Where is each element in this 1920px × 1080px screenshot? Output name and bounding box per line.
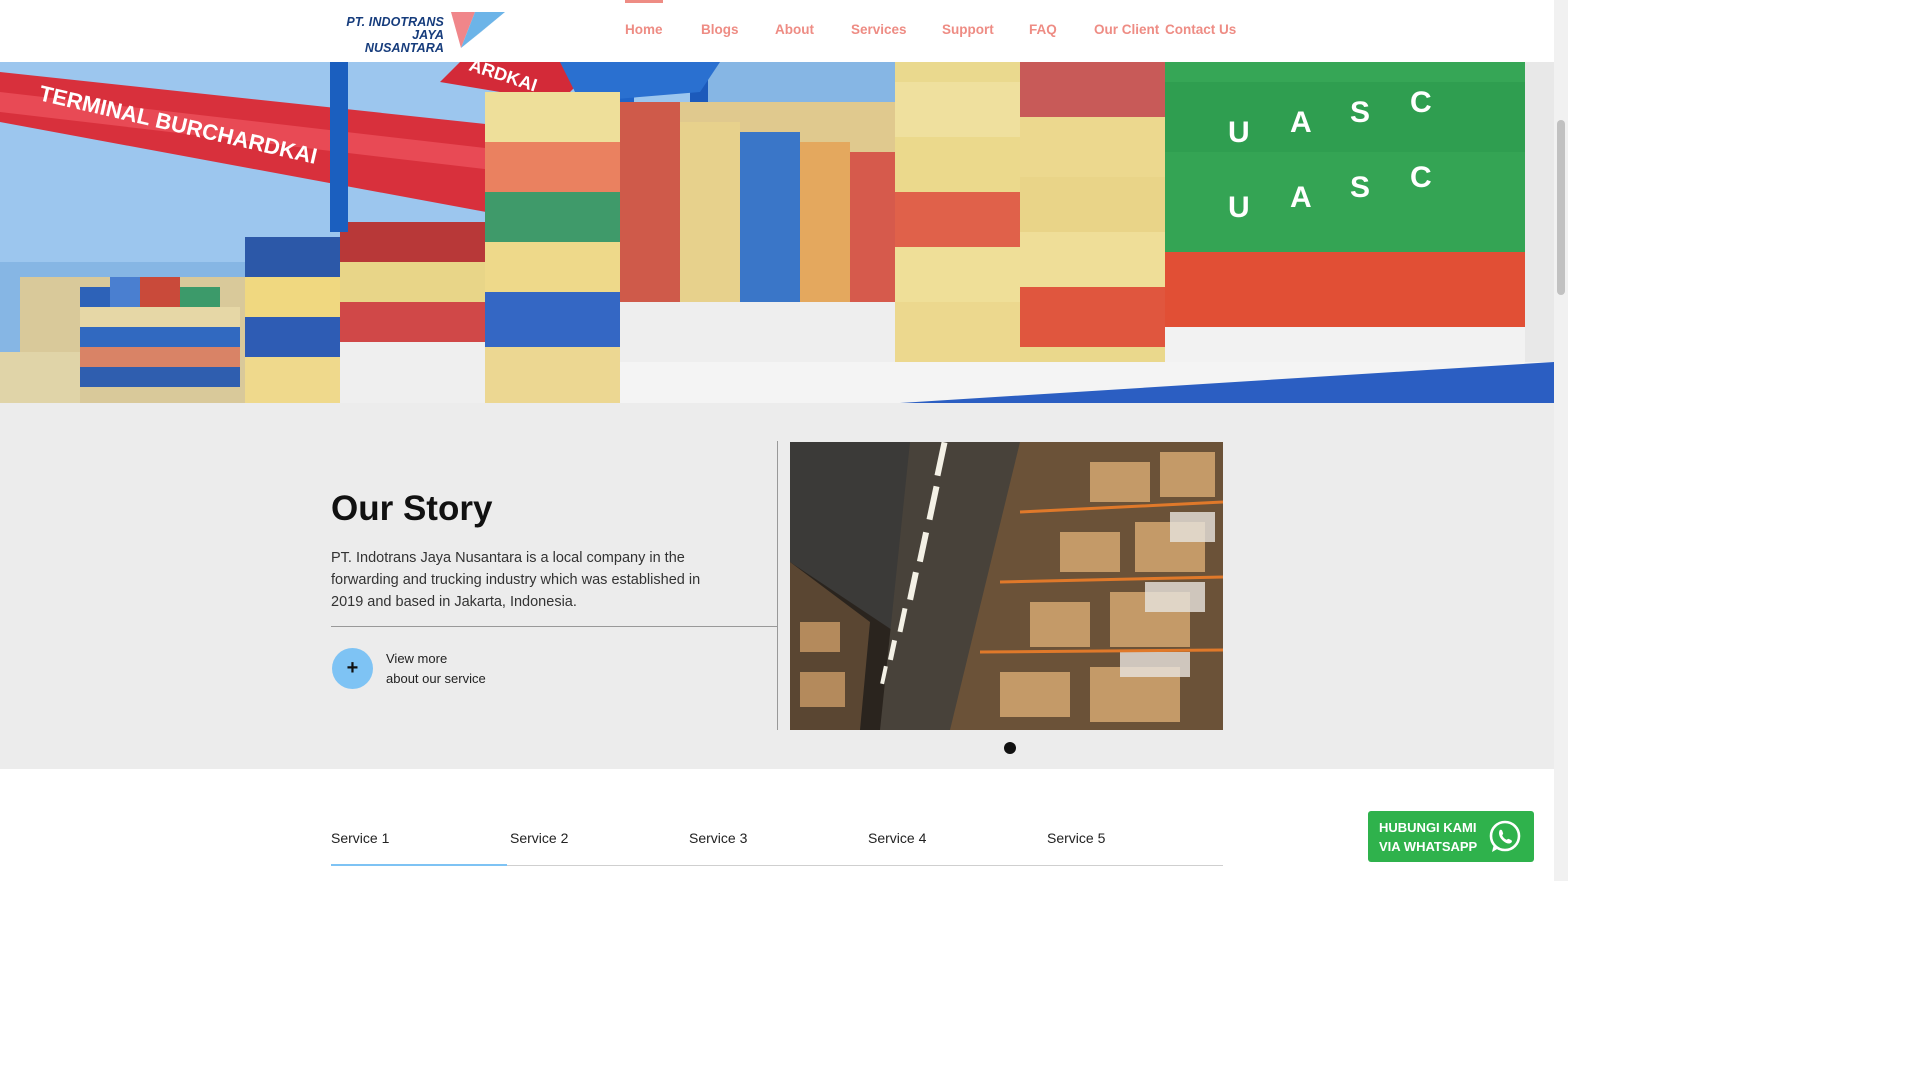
view-more-line-2: about our service (386, 671, 486, 686)
tab-service-5[interactable]: Service 5 (1047, 830, 1105, 846)
whatsapp-contact-button[interactable]: HUBUNGI KAMI VIA WHATSAPP (1368, 811, 1534, 862)
logo-line-2: NUSANTARA (364, 41, 444, 55)
company-logo[interactable]: PT. INDOTRANS JAYA NUSANTARA (324, 12, 508, 55)
nav-about[interactable]: About (775, 22, 814, 37)
logo-line-1: PT. INDOTRANS JAYA (346, 15, 444, 42)
view-more-link[interactable]: View more about our service (386, 649, 486, 689)
logo-mark-icon (451, 12, 505, 48)
nav-contact-us[interactable]: Contact Us (1165, 22, 1236, 37)
svg-text:U: U (1228, 191, 1250, 224)
active-tab-indicator (331, 864, 507, 866)
svg-text:A: A (1290, 181, 1312, 214)
warehouse-image (790, 442, 1223, 730)
nav-services[interactable]: Services (851, 22, 907, 37)
story-title: Our Story (331, 489, 493, 528)
plus-icon: + (346, 657, 359, 679)
tab-service-1[interactable]: Service 1 (331, 830, 389, 846)
view-more-button[interactable]: + (332, 648, 373, 689)
tab-service-4[interactable]: Service 4 (868, 830, 926, 846)
whatsapp-label-line-1: HUBUNGI KAMI (1379, 820, 1477, 835)
site-header: PT. INDOTRANS JAYA NUSANTARA Home Blogs … (0, 0, 1554, 62)
story-vertical-divider (777, 441, 778, 730)
hero-image: TERMINAL BURCHARDKAI ARDKAI UASC UASC (0, 62, 1554, 403)
story-divider (331, 626, 777, 627)
svg-text:S: S (1350, 96, 1370, 129)
services-tabs: Service 1 Service 2 Service 3 Service 4 … (331, 820, 1223, 866)
nav-blogs[interactable]: Blogs (701, 22, 739, 37)
logo-text: PT. INDOTRANS JAYA NUSANTARA (324, 16, 444, 55)
whatsapp-icon (1489, 820, 1521, 852)
story-text: PT. Indotrans Jaya Nusantara is a local … (331, 550, 701, 610)
nav-our-client[interactable]: Our Client (1094, 22, 1159, 37)
hero-banner: TERMINAL BURCHARDKAI ARDKAI UASC UASC (0, 62, 1554, 403)
our-story-section: Our Story PT. Indotrans Jaya Nusantara i… (0, 403, 1554, 769)
page-scrollbar[interactable] (1554, 0, 1568, 881)
svg-text:U: U (1228, 116, 1250, 149)
svg-text:C: C (1410, 86, 1432, 119)
nav-faq[interactable]: FAQ (1029, 22, 1057, 37)
svg-text:C: C (1410, 161, 1432, 194)
svg-text:A: A (1290, 106, 1312, 139)
view-more-line-1: View more (386, 651, 448, 666)
tab-service-3[interactable]: Service 3 (689, 830, 747, 846)
story-carousel-dot[interactable] (1004, 742, 1016, 754)
nav-support[interactable]: Support (942, 22, 994, 37)
nav-home[interactable]: Home (625, 0, 663, 37)
whatsapp-label: HUBUNGI KAMI VIA WHATSAPP (1379, 818, 1477, 856)
scrollbar-thumb[interactable] (1557, 120, 1565, 295)
tab-service-2[interactable]: Service 2 (510, 830, 568, 846)
whatsapp-label-line-2: VIA WHATSAPP (1379, 839, 1478, 854)
svg-text:S: S (1350, 171, 1370, 204)
